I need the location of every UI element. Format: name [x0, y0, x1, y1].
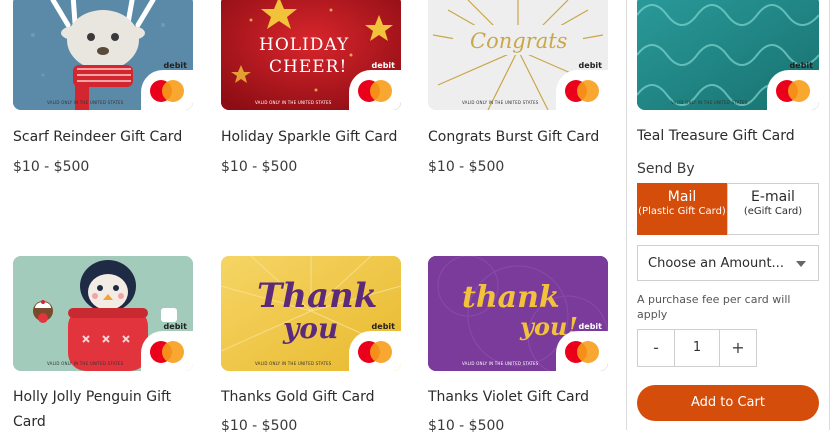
debit-tab: [141, 331, 193, 371]
card-art-text: Thank: [257, 276, 378, 316]
amount-select-value: Choose an Amount...: [648, 256, 784, 271]
card-art-text: Congrats: [470, 29, 568, 53]
card-art-text: you: [283, 312, 339, 345]
mastercard-logo-icon: [150, 80, 184, 102]
selected-card-title: Teal Treasure Gift Card: [637, 128, 795, 144]
debit-tab: [349, 331, 401, 371]
card-image-scarf-reindeer[interactable]: debit VALID ONLY IN THE UNITED STATES: [13, 0, 193, 110]
mastercard-logo-icon: [358, 341, 392, 363]
card-name[interactable]: Thanks Violet Gift Card: [428, 385, 623, 410]
mastercard-logo-icon: [150, 341, 184, 363]
quantity-input[interactable]: 1: [675, 329, 719, 367]
debit-label: debit: [163, 61, 187, 70]
card-name[interactable]: Congrats Burst Gift Card: [428, 125, 623, 150]
email-option-sublabel: (eGift Card): [743, 206, 803, 217]
email-option-button[interactable]: E-mail (eGift Card): [727, 183, 819, 235]
send-by-label: Send By: [637, 161, 695, 177]
gift-card-detail-panel: debit VALID ONLY IN THE UNITED STATES Te…: [626, 0, 830, 430]
mastercard-logo-icon: [358, 80, 392, 102]
amount-select[interactable]: Choose an Amount...: [637, 245, 819, 281]
card-price: $10 - $500: [13, 159, 90, 175]
mastercard-logo-icon: [565, 80, 599, 102]
card-image-thanks-violet[interactable]: thank you! debit VALID ONLY IN THE UNITE…: [428, 256, 608, 371]
valid-only-text: VALID ONLY IN THE UNITED STATES: [255, 361, 332, 366]
valid-only-text: VALID ONLY IN THE UNITED STATES: [47, 361, 124, 366]
card-price: $10 - $500: [221, 159, 298, 175]
chevron-down-icon: [796, 261, 806, 267]
debit-tab: [556, 331, 608, 371]
debit-label: debit: [789, 61, 813, 70]
card-image-congrats-burst[interactable]: Congrats debit VALID ONLY IN THE UNITED …: [428, 0, 608, 110]
mail-option-label: Mail: [667, 189, 697, 205]
debit-label: debit: [371, 61, 395, 70]
card-name[interactable]: Scarf Reindeer Gift Card: [13, 125, 208, 150]
card-image-thanks-gold[interactable]: Thank you debit VALID ONLY IN THE UNITED…: [221, 256, 401, 371]
mastercard-logo-icon: [565, 341, 599, 363]
valid-only-text: VALID ONLY IN THE UNITED STATES: [671, 100, 748, 105]
card-image-teal-treasure[interactable]: debit VALID ONLY IN THE UNITED STATES: [637, 0, 819, 110]
card-art-text: thank: [462, 280, 560, 315]
debit-label: debit: [371, 322, 395, 331]
valid-only-text: VALID ONLY IN THE UNITED STATES: [462, 100, 539, 105]
increase-quantity-button[interactable]: +: [719, 329, 757, 367]
valid-only-text: VALID ONLY IN THE UNITED STATES: [255, 100, 332, 105]
page-scrollbar[interactable]: [832, 0, 840, 430]
card-price: $10 - $500: [428, 418, 505, 434]
decrease-quantity-button[interactable]: -: [637, 329, 675, 367]
mastercard-logo-icon: [776, 80, 810, 102]
valid-only-text: VALID ONLY IN THE UNITED STATES: [47, 100, 124, 105]
debit-label: debit: [163, 322, 187, 331]
mail-option-button[interactable]: Mail (Plastic Gift Card): [637, 183, 727, 235]
purchase-fee-note: A purchase fee per card will apply: [637, 293, 791, 321]
debit-tab: [349, 70, 401, 110]
gift-card-grid: debit VALID ONLY IN THE UNITED STATES Sc…: [0, 0, 625, 434]
card-image-holiday-sparkle[interactable]: HOLIDAY CHEER! debit VALID ONLY IN THE U…: [221, 0, 401, 110]
card-name[interactable]: Holly Jolly Penguin Gift Card: [13, 385, 193, 435]
debit-tab: [767, 70, 819, 110]
add-to-cart-button[interactable]: Add to Cart: [637, 385, 819, 421]
card-art-text: CHEER!: [269, 57, 348, 77]
email-option-label: E-mail: [751, 189, 795, 205]
debit-tab: [141, 70, 193, 110]
debit-label: debit: [578, 322, 602, 331]
card-price: $10 - $500: [428, 159, 505, 175]
debit-tab: [556, 70, 608, 110]
card-name[interactable]: Holiday Sparkle Gift Card: [221, 125, 416, 150]
mail-option-sublabel: (Plastic Gift Card): [638, 206, 726, 217]
card-name[interactable]: Thanks Gold Gift Card: [221, 385, 416, 410]
card-price: $10 - $500: [221, 418, 298, 434]
valid-only-text: VALID ONLY IN THE UNITED STATES: [462, 361, 539, 366]
card-image-holly-jolly-penguin[interactable]: debit VALID ONLY IN THE UNITED STATES: [13, 256, 193, 371]
send-method-toggle: Mail (Plastic Gift Card) E-mail (eGift C…: [637, 183, 819, 235]
debit-label: debit: [578, 61, 602, 70]
card-art-text: HOLIDAY: [259, 35, 350, 55]
